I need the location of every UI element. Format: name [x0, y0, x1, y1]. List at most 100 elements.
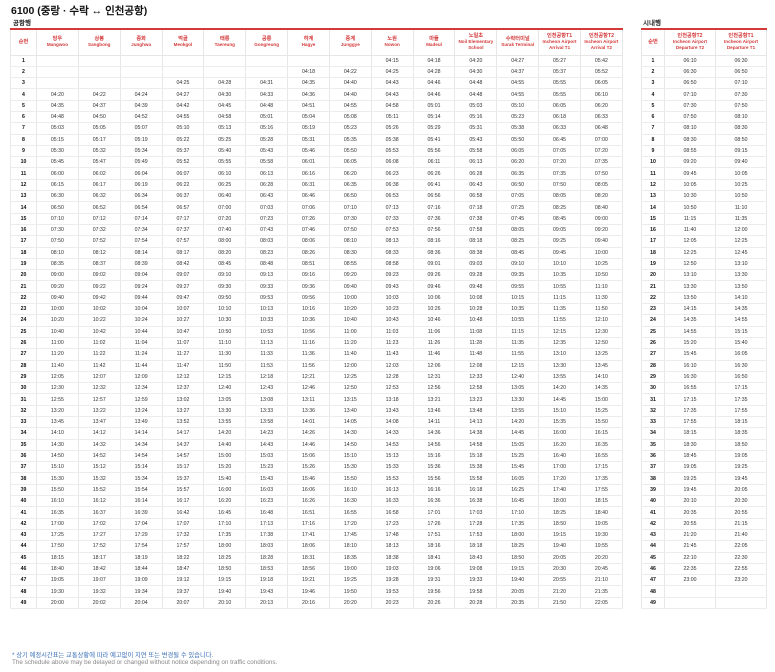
time-cell: 10:40	[36, 326, 79, 338]
time-cell: 16:17	[161, 495, 205, 508]
time-cell: 16:30	[328, 495, 372, 508]
time-cell: 06:01	[287, 156, 330, 169]
time-cell: 06:32	[77, 190, 121, 203]
time-cell: 13:10	[715, 258, 767, 271]
time-cell: 17:15	[579, 461, 623, 474]
table-row: 42 17:00 17:02 17:04 17:07 17:10 17:13 17:16 17:…	[10, 518, 623, 530]
time-cell: 08:35	[36, 258, 79, 271]
row-number-cell: 25	[10, 326, 37, 338]
time-cell: 06:05	[538, 100, 581, 112]
time-cell: 10:00	[36, 303, 79, 316]
time-cell: 18:22	[161, 552, 205, 564]
time-cell: 16:51	[287, 506, 330, 519]
time-cell: 13:45	[579, 360, 623, 372]
time-cell: 06:05	[579, 77, 623, 90]
time-cell: 06:30	[664, 66, 716, 79]
row-number-cell: 39	[10, 484, 37, 497]
time-cell: 18:31	[287, 552, 330, 564]
table-row: 3 04:25 04:28 04:31 04:35 04:40 04:43 04:46 04:4…	[10, 77, 623, 90]
table-row: 5 04:35 04:37 04:39 04:42 04:45 04:48 04:51 04:5…	[10, 100, 623, 112]
table-row: 12 10:05 10:25	[641, 179, 767, 192]
time-cell: 12:12	[161, 371, 205, 384]
row-number-cell: 40	[641, 495, 665, 508]
time-cell: 14:13	[454, 416, 498, 429]
time-cell: 06:50	[36, 201, 79, 214]
time-cell: 07:56	[412, 224, 456, 237]
time-cell: 07:10	[36, 213, 79, 225]
time-cell: 15:20	[203, 461, 247, 474]
row-number-cell: 29	[10, 371, 37, 384]
table-row: 25 10:40 10:42 10:44 10:47 10:50 10:53 10:56 11:…	[10, 326, 623, 338]
time-cell: 07:20	[203, 213, 247, 225]
time-cell: 09:40	[579, 235, 623, 248]
row-number-cell: 31	[10, 393, 37, 406]
time-cell: 07:06	[287, 201, 330, 214]
column-header: 순번	[641, 28, 665, 56]
time-cell: 14:30	[328, 427, 372, 440]
row-number-cell: 3	[10, 77, 37, 90]
column-header: 공릉 Gongreung	[245, 28, 289, 56]
time-cell: 13:27	[161, 405, 205, 418]
time-cell: 20:05	[538, 552, 581, 564]
time-cell: 18:15	[664, 427, 716, 440]
table-row: 28 16:10 16:30	[641, 360, 767, 372]
time-cell: 10:50	[579, 269, 623, 282]
time-cell: 15:00	[203, 450, 247, 463]
table-row: 32 13:20 13:22 13:24 13:27 13:30 13:33 13:36 13:…	[10, 405, 623, 418]
time-cell: 05:52	[579, 66, 623, 79]
time-cell: 15:25	[496, 450, 540, 463]
time-cell: 17:16	[287, 518, 330, 530]
time-cell: 10:20	[36, 314, 79, 327]
table-row: 32 17:35 17:55	[641, 405, 767, 418]
time-cell: 15:34	[119, 472, 163, 485]
time-cell: 14:52	[77, 450, 121, 463]
column-header: 인천공항T2 Incheon Airport Arrival T2	[579, 28, 623, 56]
time-cell: 04:46	[412, 88, 456, 101]
time-cell: 05:37	[161, 145, 205, 158]
row-number-cell: 32	[641, 405, 665, 418]
row-number-cell: 17	[10, 235, 37, 248]
row-number-cell: 35	[641, 439, 665, 451]
time-cell: 17:25	[36, 529, 79, 542]
time-cell: 18:18	[454, 540, 498, 553]
time-cell: 18:40	[36, 563, 79, 576]
time-cell: 11:35	[538, 303, 581, 316]
time-cell: 15:10	[538, 405, 581, 418]
time-cell: 10:03	[370, 292, 414, 305]
time-cell: 14:05	[328, 416, 372, 429]
time-cell: 06:26	[412, 167, 456, 180]
table-row: 30 16:55 17:15	[641, 382, 767, 395]
time-cell: 12:56	[412, 382, 456, 395]
time-cell: 16:15	[579, 427, 623, 440]
time-cell: 05:58	[245, 156, 289, 169]
time-cell: 06:20	[579, 100, 623, 112]
time-cell: 17:35	[496, 518, 540, 530]
time-cell: 09:15	[715, 145, 767, 158]
time-cell: 19:05	[664, 461, 716, 474]
table-row: 29 12:05 12:07 12:09 12:12 12:15 12:18 12:21 12:…	[10, 371, 623, 384]
time-cell: 19:56	[412, 585, 456, 598]
time-cell: 11:22	[77, 348, 121, 361]
time-cell: 17:32	[161, 529, 205, 542]
row-number-cell: 46	[641, 563, 665, 576]
time-cell: 17:20	[328, 518, 372, 530]
time-cell: 10:40	[328, 314, 372, 327]
row-number-cell: 5	[10, 100, 37, 112]
table-row: 29 16:30 16:50	[641, 371, 767, 384]
time-cell: 04:25	[370, 66, 414, 79]
table-row: 2 04:18 04:22 04:25 04:28 04:30 04:37 05:37 05:5…	[10, 66, 623, 79]
time-cell: 16:48	[245, 506, 289, 519]
time-cell: 12:53	[370, 382, 414, 395]
column-header: 중화 Junghwa	[119, 28, 163, 56]
time-cell: 14:36	[412, 427, 456, 440]
time-cell: 10:06	[412, 292, 456, 305]
table-row: 5 07:30 07:50	[641, 100, 767, 112]
time-cell: 11:30	[579, 292, 623, 305]
time-cell: 05:41	[412, 134, 456, 146]
time-cell: 05:04	[287, 111, 330, 124]
time-cell: 10:13	[245, 303, 289, 316]
time-cell: 14:20	[538, 382, 581, 395]
column-header: 중계 Junggye	[328, 28, 372, 56]
time-cell: 09:48	[454, 280, 498, 293]
table-row: 35 18:30 18:50	[641, 439, 767, 451]
